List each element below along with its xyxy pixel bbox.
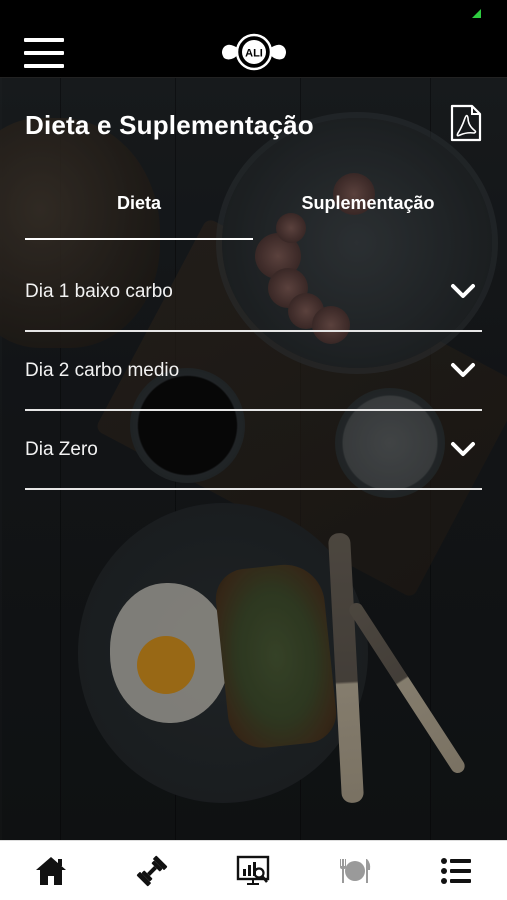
menu-bar (24, 51, 64, 55)
accordion-item-label: Dia Zero (25, 439, 98, 460)
accordion-item-dia-zero[interactable]: Dia Zero (25, 411, 482, 490)
app-header: ALI (0, 28, 507, 78)
diet-accordion: Dia 1 baixo carbo Dia 2 carbo medio Dia … (25, 253, 482, 490)
home-icon (35, 856, 66, 885)
nav-progress[interactable] (228, 849, 278, 893)
accordion-item-label: Dia 2 carbo medio (25, 360, 180, 381)
plate-cutlery-icon (339, 858, 371, 883)
chevron-down-icon[interactable] (450, 283, 476, 299)
accordion-item-label: Dia 1 baixo carbo (25, 281, 173, 302)
menu-bar (24, 64, 64, 68)
pdf-icon[interactable] (449, 104, 483, 142)
tab-bar: Dieta Suplementação (25, 188, 482, 240)
main-content: Dieta e Suplementação Dieta Suplementaçã… (0, 78, 507, 840)
dumbbell-icon (136, 855, 168, 886)
menu-button[interactable] (24, 38, 64, 68)
list-icon (441, 857, 472, 884)
chevron-down-icon[interactable] (450, 362, 476, 378)
tab-suplementacao[interactable]: Suplementação (254, 188, 482, 240)
signal-indicator-icon (472, 9, 481, 18)
bottom-navigation (0, 840, 507, 900)
tab-dieta[interactable]: Dieta (25, 188, 253, 240)
status-bar (0, 0, 507, 28)
logo-text: ALI (245, 48, 263, 60)
nav-workout[interactable] (127, 849, 177, 893)
accordion-item-dia-2[interactable]: Dia 2 carbo medio (25, 332, 482, 411)
menu-bar (24, 38, 64, 42)
chart-presentation-icon (237, 855, 270, 885)
nav-diet[interactable] (330, 849, 380, 893)
nav-more[interactable] (431, 849, 481, 893)
nav-home[interactable] (26, 849, 76, 893)
accordion-item-dia-1[interactable]: Dia 1 baixo carbo (25, 253, 482, 332)
chevron-down-icon[interactable] (450, 441, 476, 457)
brand-logo: ALI (222, 33, 286, 71)
page-title: Dieta e Suplementação (25, 110, 314, 140)
